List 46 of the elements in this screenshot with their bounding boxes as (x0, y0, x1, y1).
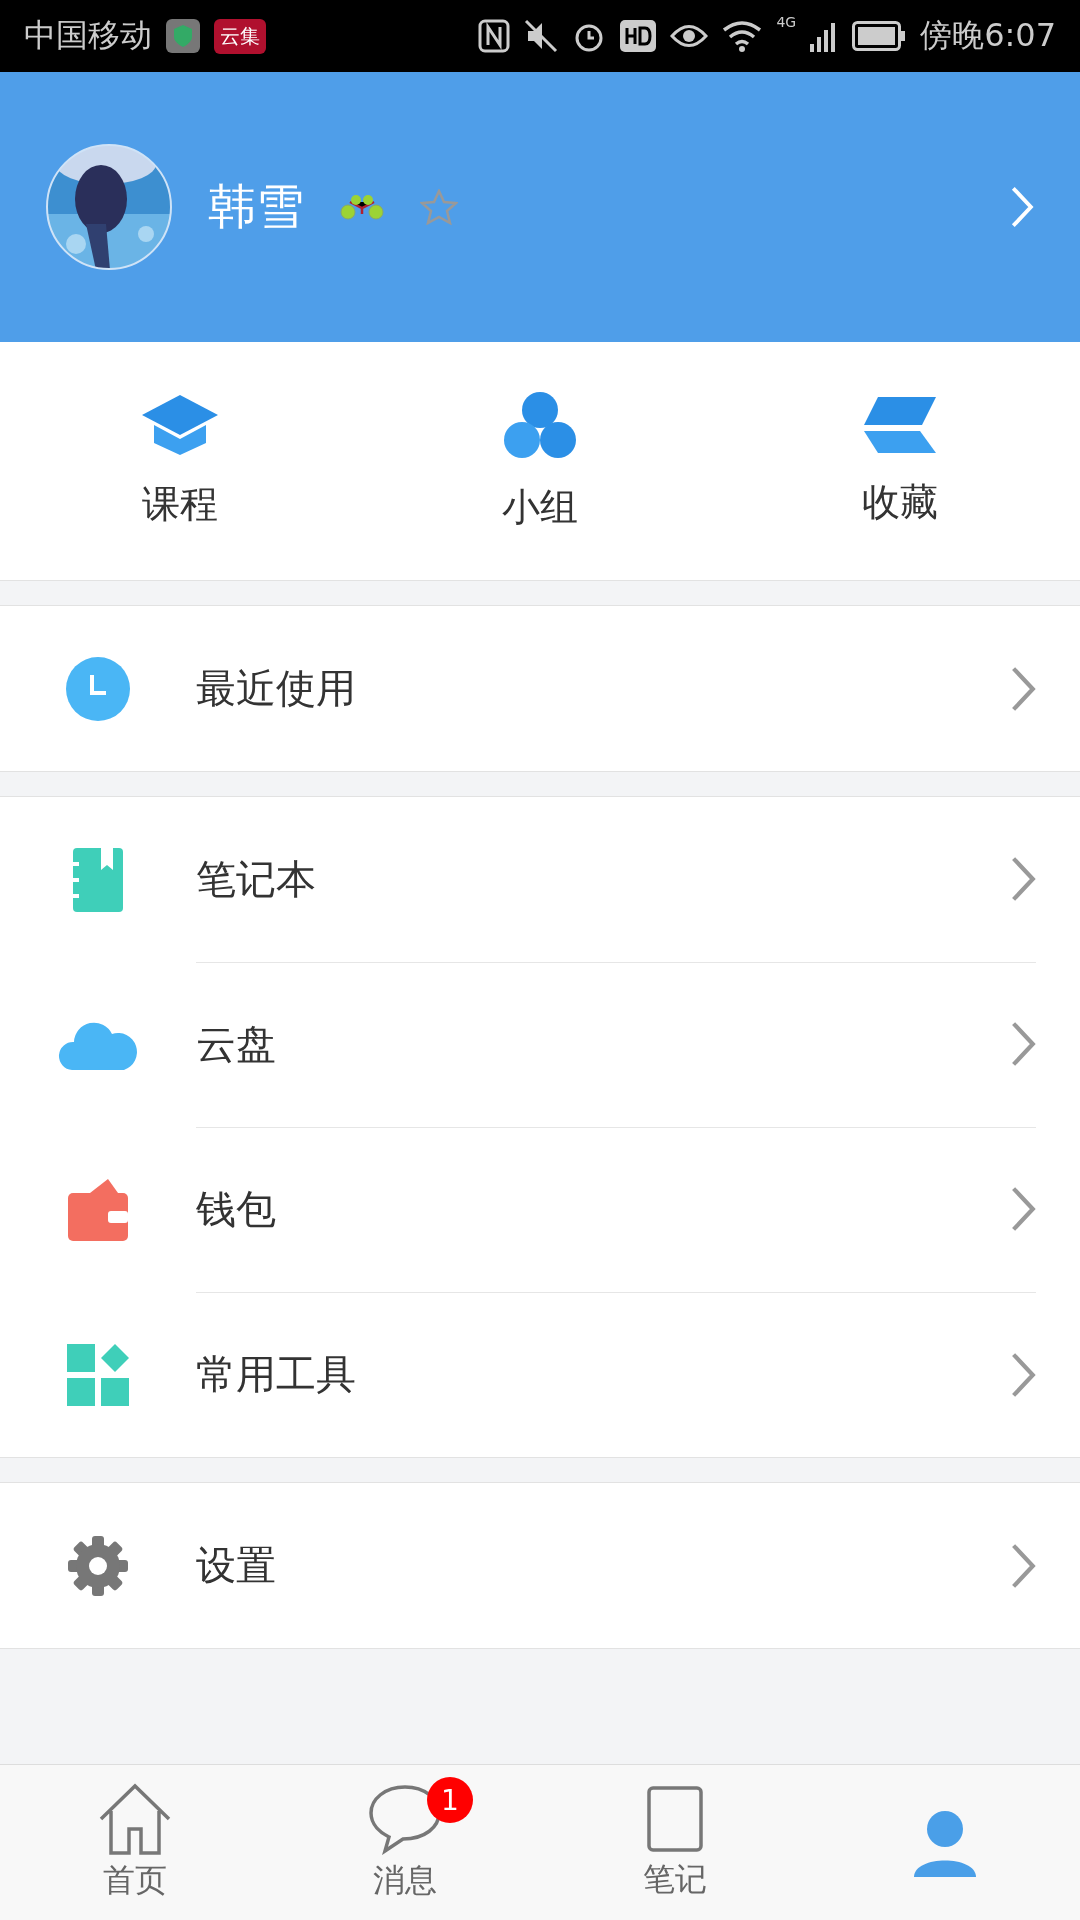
mute-icon (524, 19, 559, 53)
wallet-icon (68, 1178, 128, 1241)
shortcut-button[interactable]: 小组 (360, 342, 720, 580)
home-icon (97, 1782, 173, 1855)
chevron-right-icon (1009, 1185, 1036, 1233)
clock-time: 傍晚6:07 (920, 15, 1056, 56)
note-icon (645, 1783, 705, 1854)
menu-label: 笔记本 (196, 854, 317, 904)
notebook-icon (71, 847, 125, 912)
nfc-icon (478, 19, 511, 53)
wifi-icon (722, 20, 763, 52)
chevron-right-icon (1009, 185, 1034, 229)
menu-label: 云盘 (196, 1019, 277, 1069)
menu-row[interactable]: 钱包 (0, 1127, 1080, 1292)
hd-icon (620, 20, 657, 52)
tab[interactable]: 消息 1 (270, 1765, 540, 1920)
menu-row[interactable]: 云盘 (0, 962, 1080, 1127)
network-type: 4G (776, 14, 797, 30)
menu-row[interactable]: 笔记本 (0, 797, 1080, 962)
menu-row[interactable]: 最近使用 (0, 606, 1080, 771)
app-badge: 云集 (214, 18, 266, 54)
shortcut-button[interactable]: 课程 (0, 342, 360, 580)
menu-row[interactable]: 设置 (0, 1483, 1080, 1648)
carrier-name: 中国移动 (24, 15, 152, 56)
user-name: 韩雪 (208, 177, 304, 236)
grid-icon (67, 1343, 129, 1406)
menu-label: 设置 (196, 1541, 277, 1590)
tab[interactable]: 首页 (0, 1765, 270, 1920)
graduation-cap-icon (140, 392, 220, 457)
clock-icon (66, 656, 130, 721)
menu-label: 最近使用 (196, 664, 357, 713)
menu-label: 钱包 (196, 1184, 277, 1234)
shortcut-button[interactable]: 收藏 (720, 342, 1080, 580)
menu-label: 常用工具 (196, 1350, 357, 1399)
star-icon (420, 189, 458, 225)
circles-icon (504, 389, 576, 460)
unread-count: 1 (427, 1777, 473, 1823)
chevron-right-icon (1009, 855, 1036, 903)
battery-icon (852, 21, 907, 51)
chevron-right-icon (1009, 1020, 1036, 1068)
layers-icon (862, 394, 938, 455)
menu-row[interactable]: 常用工具 (0, 1292, 1080, 1457)
level-badge-icon (340, 194, 384, 220)
settings-icon (68, 1535, 128, 1596)
shield-icon (166, 19, 200, 53)
tab[interactable]: 笔记 (540, 1765, 810, 1920)
